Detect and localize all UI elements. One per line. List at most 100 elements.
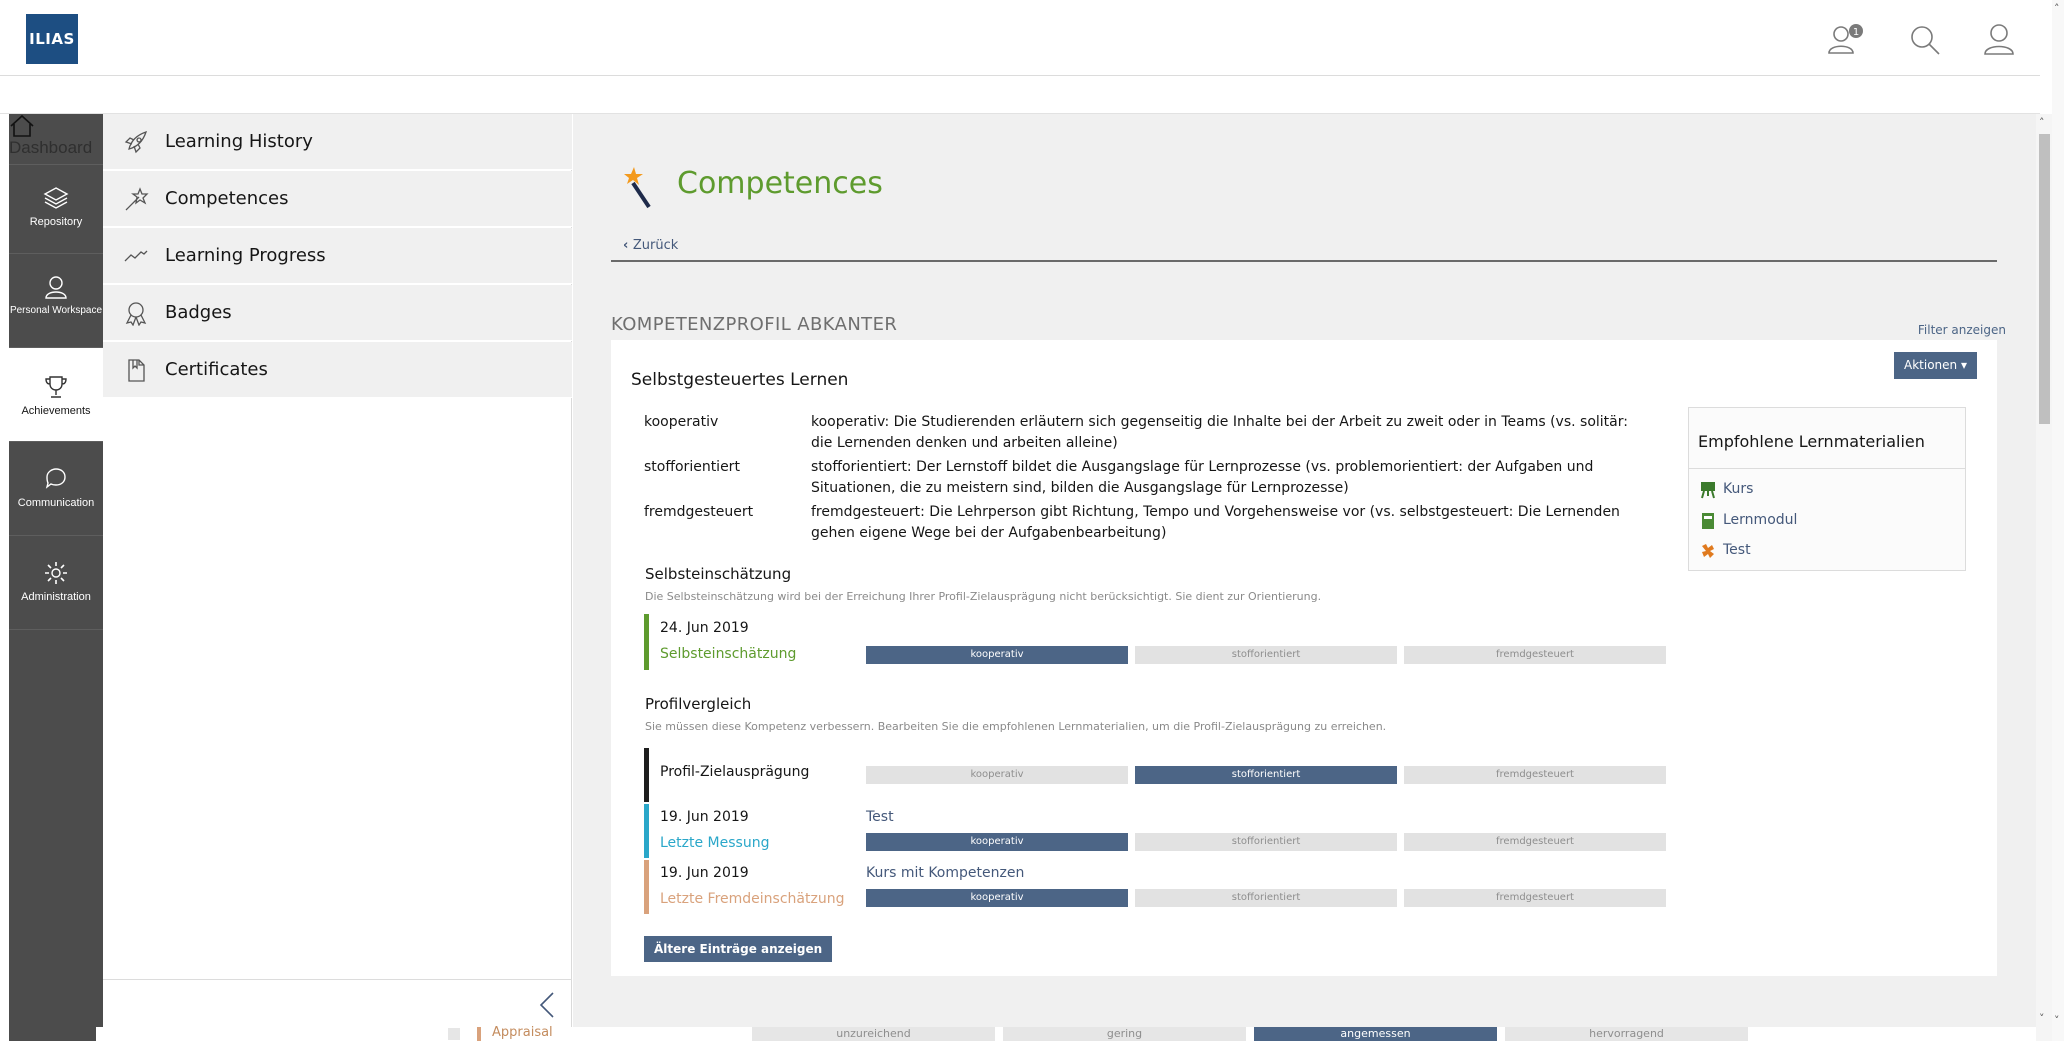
recommended-item-link[interactable]: Test — [1723, 542, 1751, 558]
scale-segment: kooperativ — [866, 889, 1128, 907]
ilias-logo[interactable]: ILIAS — [26, 14, 78, 64]
mainbar-administration[interactable]: Administration — [9, 536, 103, 630]
mainbar-communication-label: Communication — [17, 497, 95, 509]
level-scale: kooperativ stofforientiert fremdgesteuert — [866, 766, 1667, 784]
show-older-entries-button[interactable]: Ältere Einträge anzeigen — [644, 936, 833, 962]
scale-segment: fremdgesteuert — [1404, 646, 1666, 664]
scale-segment: angemessen — [1254, 1027, 1497, 1041]
chevron-left-icon: ‹ — [623, 238, 633, 253]
scale-segment: gering — [1003, 1027, 1246, 1041]
slate-item-learning-history[interactable]: Learning History — [103, 114, 572, 170]
entry-object-link[interactable]: Kurs mit Kompetenzen — [866, 865, 1024, 881]
entry-type: Letzte Messung — [660, 835, 770, 851]
user-notification-icon[interactable]: 1 — [1826, 20, 1866, 60]
slate-item-label: Learning Progress — [165, 245, 326, 266]
appraisal-row: Appraisal unzureichend gering angemessen he… — [96, 1025, 2040, 1041]
scale-segment: fremdgesteuert — [1404, 833, 1666, 851]
mainbar-dashboard[interactable]: Dashboard — [9, 114, 103, 165]
scale-segment: kooperativ — [866, 646, 1128, 664]
recommended-materials-box: Empfohlene Lernmaterialien Kurs Lernmodu… — [1688, 407, 1966, 571]
scroll-up-icon[interactable]: ˄ — [2039, 116, 2045, 129]
row-checkbox[interactable] — [448, 1028, 460, 1040]
scroll-down-icon[interactable]: ˅ — [2039, 1012, 2045, 1025]
wand-icon — [125, 187, 149, 211]
entry-color-marker — [477, 1027, 481, 1041]
main-content: Competences ‹ Zurück KOMPETENZPROFIL ABK… — [573, 114, 2036, 1041]
slate-item-label: Certificates — [165, 359, 268, 380]
entry-type: Letzte Fremdeinschätzung — [660, 891, 845, 907]
level-scale: kooperativ stofforientiert fremdgesteuert — [866, 833, 1667, 851]
scrollbar-thumb[interactable] — [2039, 134, 2050, 424]
level-name: fremdgesteuert — [644, 504, 754, 520]
profile-heading: KOMPETENZPROFIL ABKANTER — [611, 314, 898, 335]
slate-item-label: Badges — [165, 302, 232, 323]
scale-segment: stofforientiert — [1135, 766, 1397, 784]
entry-object-link[interactable]: Test — [866, 809, 894, 825]
recommended-materials-title: Empfohlene Lernmaterialien — [1698, 432, 1925, 451]
scale-segment: fremdgesteuert — [1404, 889, 1666, 907]
test-icon — [1702, 544, 1714, 558]
entry-color-marker — [644, 748, 649, 802]
level-scale: kooperativ stofforientiert fremdgesteuert — [866, 889, 1667, 907]
entry-color-marker — [644, 804, 649, 858]
scale-segment: kooperativ — [866, 766, 1128, 784]
level-name: kooperativ — [644, 414, 719, 430]
scale-segment: hervorragend — [1505, 1027, 1748, 1041]
breadcrumb-bar — [0, 77, 2040, 114]
mainbar-communication[interactable]: Communication — [9, 442, 103, 536]
mainbar-achievements-label: Achievements — [21, 405, 91, 417]
slate-item-label: Learning History — [165, 131, 313, 152]
competence-wand-icon — [623, 165, 657, 213]
trend-icon — [124, 250, 148, 262]
mainbar-administration-label: Administration — [21, 591, 91, 603]
collapse-slate-button[interactable] — [535, 990, 559, 1020]
level-description-row: fremdgesteuert fremdgesteuert: Die Lehrp… — [644, 502, 1654, 546]
slate-panel: Learning History Competences Learning Pr… — [103, 114, 572, 1041]
page-scrollbar[interactable]: ˄ ˅ — [2052, 0, 2064, 1041]
level-description: stofforientiert: Der Lernstoff bildet di… — [811, 459, 1594, 496]
mainbar-personal-workspace[interactable]: Personal Workspace — [9, 254, 103, 348]
scroll-down-icon[interactable]: ˅ — [2054, 1014, 2060, 1027]
level-description-row: stofforientiert stofforientiert: Der Ler… — [644, 457, 1654, 501]
level-name: stofforientiert — [644, 459, 740, 475]
header: ILIAS 1 — [0, 0, 2040, 76]
learning-module-icon — [1702, 513, 1714, 529]
actions-dropdown-button[interactable]: Aktionen ▾ — [1894, 352, 1977, 379]
chevron-left-icon — [539, 992, 554, 1018]
user-icon[interactable] — [1979, 20, 2019, 60]
trophy-icon — [45, 376, 67, 398]
divider — [1689, 468, 1965, 469]
back-link[interactable]: ‹ Zurück — [623, 238, 678, 253]
section-title-profile-comparison: Profilvergleich — [645, 695, 752, 713]
slate-item-badges[interactable]: Badges — [103, 285, 572, 341]
slate-item-certificates[interactable]: Certificates — [103, 342, 572, 398]
person-icon — [45, 276, 67, 299]
filter-toggle-link[interactable]: Filter anzeigen — [1918, 323, 2006, 337]
main-bar: Dashboard Repository Personal Workspace … — [9, 114, 103, 1041]
scale-segment: stofforientiert — [1135, 646, 1397, 664]
slate-item-learning-progress[interactable]: Learning Progress — [103, 228, 572, 284]
mainbar-achievements[interactable]: Achievements — [9, 348, 103, 442]
mainbar-repository[interactable]: Repository — [9, 165, 103, 254]
mainbar-repository-label: Repository — [29, 216, 83, 228]
mainbar-personal-workspace-label: Personal Workspace — [9, 305, 103, 316]
level-description: kooperativ: Die Studierenden erläutern s… — [811, 414, 1628, 451]
scroll-up-icon[interactable]: ˄ — [2054, 2, 2060, 15]
layers-icon — [43, 187, 69, 209]
divider — [611, 260, 1997, 262]
slate-item-competences[interactable]: Competences — [103, 171, 572, 227]
back-link-label: Zurück — [632, 238, 679, 253]
chat-icon — [45, 468, 66, 489]
level-description-row: kooperativ kooperativ: Die Studierenden … — [644, 412, 1654, 456]
scale-segment: fremdgesteuert — [1404, 766, 1666, 784]
target-label: Profil-Zielausprägung — [660, 764, 810, 780]
scale-segment: kooperativ — [866, 833, 1128, 851]
search-icon[interactable] — [1905, 20, 1945, 60]
content-scrollbar[interactable]: ˄ ˅ — [2036, 114, 2052, 1041]
recommended-item-link[interactable]: Kurs — [1723, 481, 1753, 497]
rocket-icon — [124, 130, 148, 154]
competence-panel: Aktionen ▾ Selbstgesteuertes Lernen koop… — [611, 340, 1997, 976]
appraisal-label: Appraisal — [492, 1025, 553, 1040]
recommended-item-link[interactable]: Lernmodul — [1723, 512, 1797, 528]
page-title: Competences — [677, 166, 883, 201]
